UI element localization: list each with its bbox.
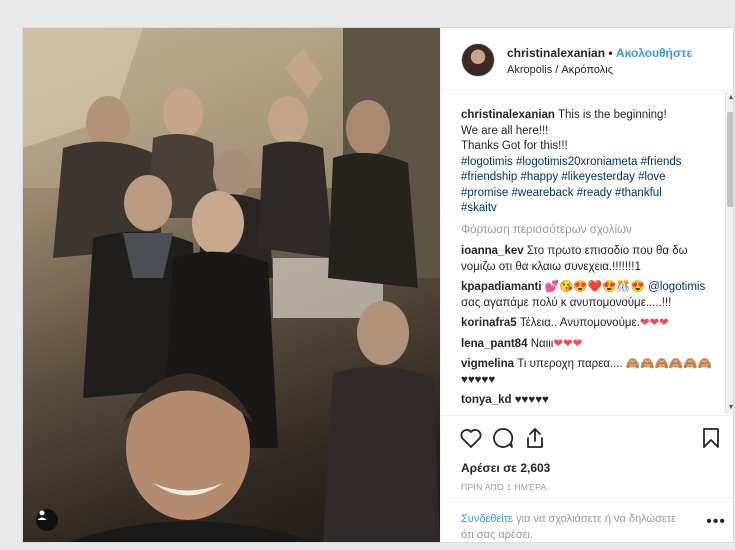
comment-icon[interactable] [491,426,515,450]
post-header: christinalexanian • Ακολουθήστε Akropoli… [441,28,733,91]
caption-hashtags[interactable]: #friendship #happy #likeyesterday #love [461,171,666,183]
likes-count[interactable]: Αρέσει σε 2,603 [461,461,550,475]
comment: ioanna_kev Στο πρωτο επισοδιο που θα δω … [461,244,716,275]
comment: tonya_kd ♥♥♥♥♥ [461,393,716,409]
separator-dot: • [608,46,613,60]
comments-list: christinalexanian This is the beginning!… [441,92,733,415]
caption-line2: We are all here!!! [461,124,549,137]
share-icon[interactable] [523,426,547,450]
photo-illustration [23,28,440,542]
post-timestamp: ΠΡΙΝ ΑΠΌ 1 ΗΜΈΡΑ [461,482,547,492]
comment-text: ♥♥♥♥♥ [514,394,549,406]
comment-username[interactable]: lena_pant84 [461,338,527,350]
comment-username[interactable]: korinafra5 [461,317,517,329]
comment-username[interactable]: kpapadiamanti [461,281,542,293]
user-tag-icon[interactable] [36,509,58,531]
comments-scrollbar[interactable]: ▲ ▼ [725,92,733,414]
load-more-comments[interactable]: Φόρτωση περισσότερων σχολίων [461,223,716,239]
caption-line1: This is the beginning! [557,109,667,121]
comment: vigmelina Τι υπεροχη παρεα.... 🙈🙈🙈🙈🙈🙈♥♥♥… [461,357,716,388]
author-username[interactable]: christinalexanian [507,46,605,60]
more-options-icon[interactable]: ••• [706,513,726,531]
comment: kpapadiamanti 💕😘😍❤️😍🎊😍 @logotimis σας αγ… [461,280,716,311]
login-prompt: Συνδεθείτε για να σχολιάσετε ή να δηλώσε… [441,498,733,542]
comment-username[interactable]: tonya_kd [461,394,512,406]
heart-icon[interactable] [459,426,483,450]
comment-text: Τέλεια.. Ανυπομονούμε. [519,317,640,329]
comment-mention[interactable]: @logotimis [648,281,705,293]
post-sidebar: christinalexanian • Ακολουθήστε Akropoli… [440,28,733,542]
caption: christinalexanian This is the beginning!… [461,108,716,217]
post-photo[interactable] [23,28,440,542]
post-card: christinalexanian • Ακολουθήστε Akropoli… [22,27,734,543]
scroll-thumb[interactable] [727,112,733,207]
location-link[interactable]: Akropolis / Ακρόπολις [507,64,613,76]
avatar[interactable] [461,43,495,77]
scroll-down-arrow-icon[interactable]: ▼ [727,404,733,412]
caption-hashtags[interactable]: #skaitv [461,202,497,214]
comment-username[interactable]: vigmelina [461,358,514,370]
caption-hashtags[interactable]: #logotimis #logotimis20xroniameta #frien… [461,156,682,168]
bookmark-icon[interactable] [699,426,723,450]
action-bar: Αρέσει σε 2,603 ΠΡΙΝ ΑΠΌ 1 ΗΜΈΡΑ Συνδεθε… [441,415,733,542]
caption-hashtags[interactable]: #promise #weareback #ready #thankful [461,187,662,199]
comment-text: Ναιιι [530,337,554,350]
comment: korinafra5 Τέλεια.. Ανυπομονούμε.❤❤❤ [461,316,716,332]
comment-hearts: ❤❤❤ [553,337,583,350]
scroll-up-arrow-icon[interactable]: ▲ [727,94,733,102]
author-line: christinalexanian • Ακολουθήστε [507,46,692,60]
caption-line3: Thanks Got for this!!! [461,140,568,152]
comment: lena_pant84 Ναιιι❤❤❤ [461,337,716,353]
comment-emoji: 💕😘😍❤️😍🎊😍 [544,281,645,293]
login-link[interactable]: Συνδεθείτε [461,513,513,525]
caption-username[interactable]: christinalexanian [461,109,555,121]
comment-hearts: ❤❤❤ [639,317,669,329]
follow-button[interactable]: Ακολουθήστε [616,46,692,60]
comment-text: σας αγαπάμε πολύ κ ανυπομονούμε.....!!! [461,296,672,309]
comment-username[interactable]: ioanna_kev [461,245,524,257]
